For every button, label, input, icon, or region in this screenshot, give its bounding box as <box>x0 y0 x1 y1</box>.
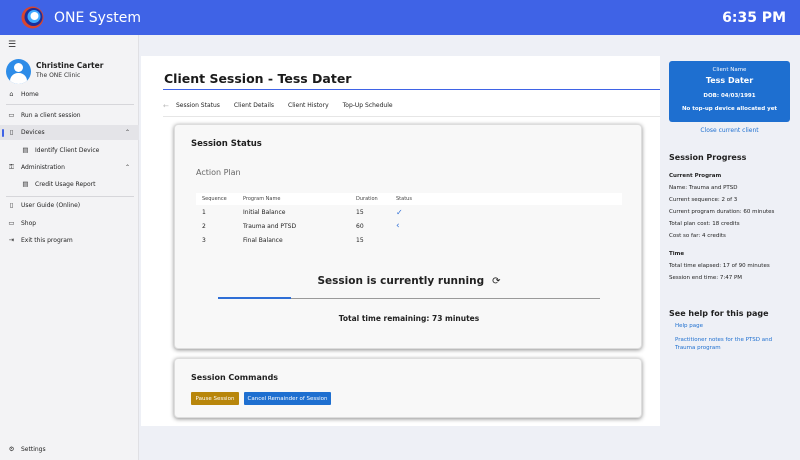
time-elapsed: Total time elapsed: 17 of 90 minutes <box>669 263 770 269</box>
sidebar-item-administration[interactable]: ⚿ Administration ⌃ <box>0 160 139 175</box>
close-client-link[interactable]: Close current client <box>669 127 790 134</box>
column-header: Program Name <box>243 196 281 202</box>
session-status-title: Session Status <box>191 139 262 149</box>
cost-so-far: Cost so far: 4 credits <box>669 233 726 239</box>
session-commands-panel: Session Commands Pause Session Cancel Re… <box>174 358 642 418</box>
table-row: 3 Final Balance 15 <box>202 236 364 244</box>
pause-session-button[interactable]: Pause Session <box>191 392 239 405</box>
app-logo-icon <box>21 6 44 29</box>
session-commands-title: Session Commands <box>191 373 279 382</box>
session-status-panel: Session Status Action Plan Sequence Prog… <box>174 124 642 349</box>
cancel-session-button[interactable]: Cancel Remainder of Session <box>244 392 331 405</box>
help-page-link[interactable]: Help page <box>675 322 785 330</box>
checkmark-icon: ✓ <box>396 207 403 217</box>
sidebar-item-home[interactable]: ⌂ Home <box>0 87 139 102</box>
back-arrow-icon[interactable]: ← <box>163 102 176 110</box>
administration-icon: ⚿ <box>9 163 14 171</box>
tab-divider <box>163 116 660 117</box>
program-duration: Current program duration: 60 minutes <box>669 209 775 215</box>
sidebar: ☰ Christine Carter The ONE Clinic ⌂ Home… <box>0 35 139 460</box>
main-content: Client Session - Tess Dater ← Session St… <box>141 56 660 426</box>
time-remaining: Total time remaining: 73 minutes <box>338 314 480 323</box>
sidebar-item-user-guide[interactable]: ▯ User Guide (Online) <box>0 198 139 213</box>
column-header: Status <box>396 196 412 202</box>
identify-device-icon: ▤ <box>22 146 29 154</box>
tab-top-up-schedule[interactable]: Top-Up Schedule <box>343 102 393 109</box>
chevron-up-icon: ⌃ <box>124 129 130 136</box>
current-program-heading: Current Program <box>669 173 722 179</box>
column-header: Duration <box>356 196 378 202</box>
app-title: ONE System <box>54 10 141 26</box>
client-device-status: No top-up device allocated yet <box>681 106 778 112</box>
program-name: Name: Trauma and PTSD <box>669 185 738 191</box>
sidebar-item-exit[interactable]: ⇥ Exit this program <box>0 233 139 248</box>
user-name: Christine Carter <box>36 61 104 70</box>
run-session-icon: ▭ <box>8 111 15 119</box>
practitioner-notes-link[interactable]: Practitioner notes for the PTSD and Trau… <box>675 336 785 352</box>
table-row: 1 Initial Balance 15 ✓ <box>202 207 403 217</box>
book-icon: ▯ <box>9 201 14 209</box>
hamburger-menu-icon[interactable]: ☰ <box>8 40 16 50</box>
session-end-time: Session end time: 7:47 PM <box>669 275 743 281</box>
session-progress-fill <box>218 297 291 299</box>
current-arrow-icon: ‹ <box>396 221 400 231</box>
refresh-icon: ⟳ <box>492 276 501 287</box>
tab-client-history[interactable]: Client History <box>288 102 329 109</box>
session-progress-heading: Session Progress <box>669 153 747 162</box>
sidebar-divider <box>6 196 134 197</box>
table-header: Sequence Program Name Duration Status <box>196 193 622 205</box>
exit-icon: ⇥ <box>8 236 15 244</box>
tab-session-status[interactable]: Session Status <box>176 102 220 109</box>
session-running-status: Session is currently running ⟳ <box>317 275 501 287</box>
devices-icon: ▯ <box>9 128 14 136</box>
home-icon: ⌂ <box>9 90 14 98</box>
page-title: Client Session - Tess Dater <box>164 71 352 86</box>
sidebar-item-identify-device[interactable]: ▤ Identify Client Device <box>0 143 139 158</box>
sidebar-divider <box>6 104 134 105</box>
report-icon: ▤ <box>22 180 29 188</box>
gear-icon: ⚙ <box>8 445 15 453</box>
session-progress-bar <box>218 297 600 299</box>
client-card: Client Name Tess Dater DOB: 04/03/1991 N… <box>669 61 790 122</box>
title-divider <box>163 89 660 90</box>
action-plan-table: Sequence Program Name Duration Status 1 … <box>196 193 622 247</box>
shop-icon: ▭ <box>8 219 15 227</box>
tab-bar: ← Session Status Client Details Client H… <box>163 98 407 113</box>
sidebar-item-devices[interactable]: ▯ Devices ⌃ <box>0 125 139 140</box>
clock: 6:35 PM <box>722 10 786 26</box>
column-header: Sequence <box>202 196 227 202</box>
sidebar-item-run-session[interactable]: ▭ Run a client session <box>0 108 139 123</box>
time-heading: Time <box>669 251 685 257</box>
current-sequence: Current sequence: 2 of 3 <box>669 197 738 203</box>
help-heading: See help for this page <box>669 309 769 318</box>
tab-client-details[interactable]: Client Details <box>234 102 274 109</box>
avatar <box>6 59 31 84</box>
sidebar-item-settings[interactable]: ⚙ Settings <box>0 442 139 457</box>
action-plan-heading: Action Plan <box>196 168 241 177</box>
table-row: 2 Trauma and PTSD 60 ‹ <box>202 221 400 231</box>
user-org: The ONE Clinic <box>36 72 81 79</box>
sidebar-item-credit-report[interactable]: ▤ Credit Usage Report <box>0 177 139 192</box>
client-name: Tess Dater <box>705 76 754 85</box>
sidebar-item-shop[interactable]: ▭ Shop <box>0 216 139 231</box>
title-bar: ONE System 6:35 PM <box>0 0 800 35</box>
total-plan-cost: Total plan cost: 18 credits <box>669 221 740 227</box>
chevron-up-icon: ⌃ <box>124 164 130 171</box>
client-dob: DOB: 04/03/1991 <box>703 93 756 99</box>
client-name-label: Client Name <box>712 67 747 73</box>
